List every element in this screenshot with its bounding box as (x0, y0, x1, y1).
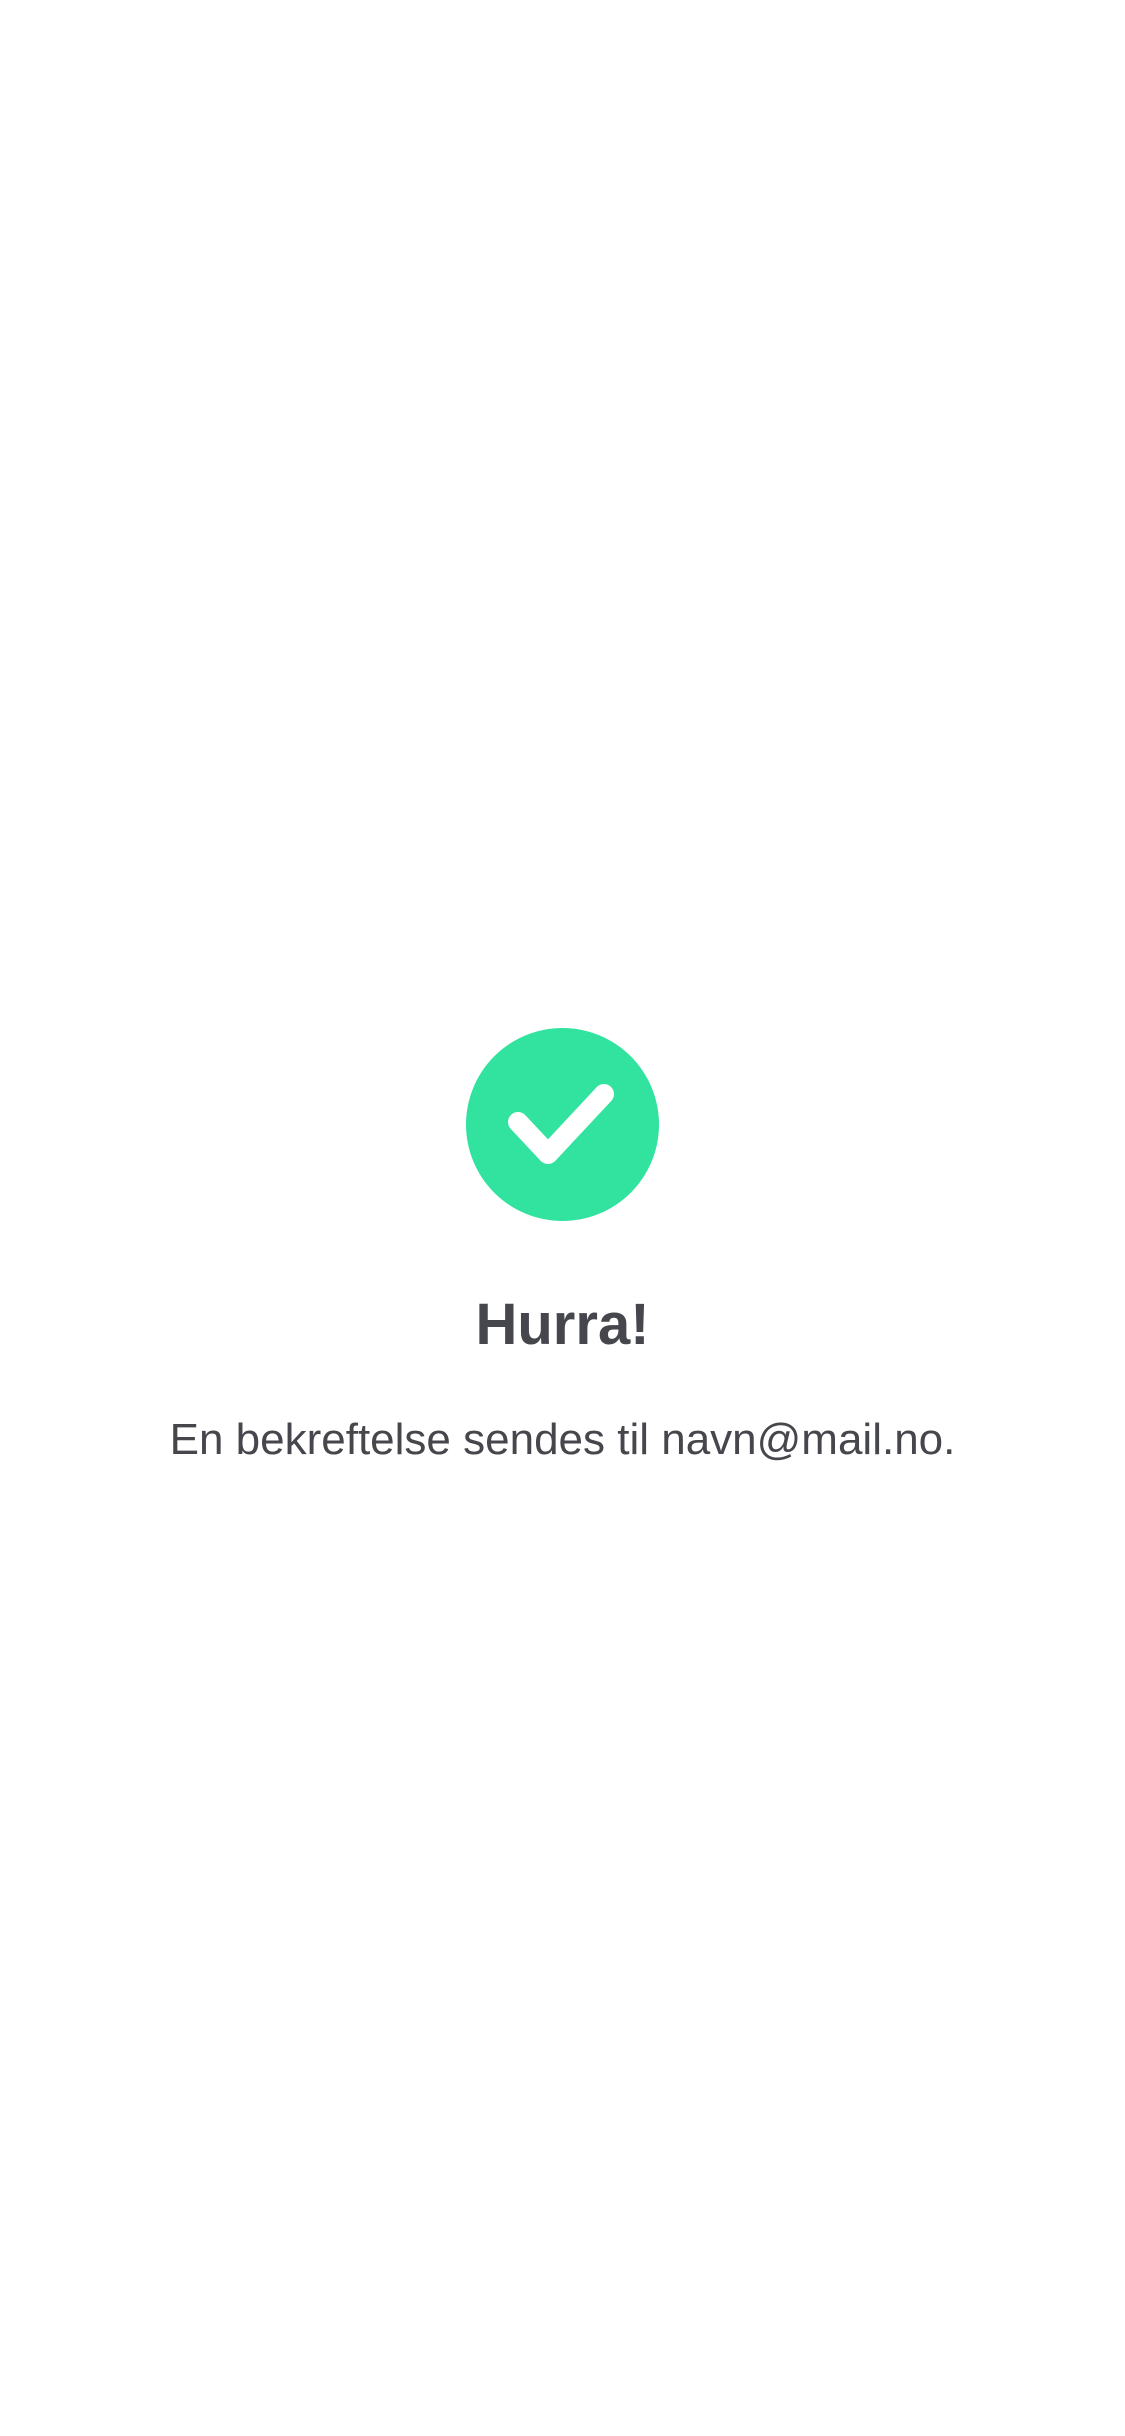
confirmation-screen: Hurra! En bekreftelse sendes til navn@ma… (0, 0, 1125, 2436)
checkmark-icon (466, 1028, 659, 1221)
checkmark-glyph (508, 1084, 614, 1164)
page-title: Hurra! (475, 1292, 650, 1357)
confirmation-message: En bekreftelse sendes til navn@mail.no. (169, 1415, 956, 1464)
